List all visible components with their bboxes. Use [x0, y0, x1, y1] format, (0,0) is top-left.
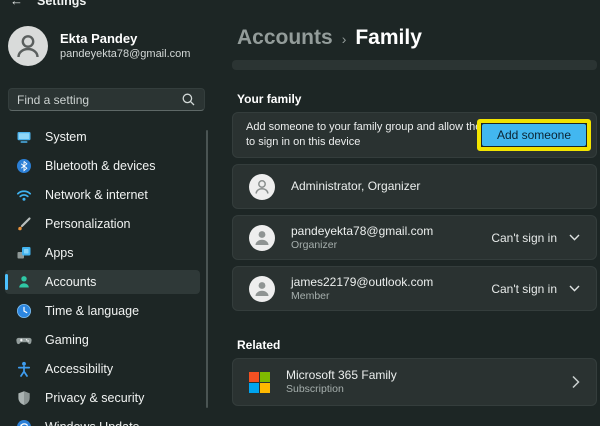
add-someone-description: Add someone to your family group and all… [246, 120, 498, 150]
clock-icon [16, 303, 32, 319]
sidebar-item-personalization[interactable]: Personalization [5, 212, 200, 236]
sidebar-nav: System Bluetooth & devices Network & int… [5, 125, 200, 426]
sidebar-item-apps[interactable]: Apps [5, 241, 200, 265]
paintbrush-icon [16, 216, 32, 232]
scrolled-card-remnant [232, 60, 597, 70]
content-pane: Accounts › Family Your family Add someon… [232, 0, 597, 426]
update-icon [16, 419, 32, 426]
sign-in-status: Can't sign in [491, 282, 557, 296]
member-title: Administrator, Organizer [291, 179, 420, 194]
person-glyph-icon [8, 26, 48, 66]
sidebar-item-label: Apps [45, 246, 74, 260]
apps-grid-icon [16, 245, 32, 261]
your-family-heading: Your family [237, 92, 301, 106]
search-icon [181, 92, 196, 107]
settings-window: ← Settings Ekta Pandey pandeyekta78@gmai… [0, 0, 600, 426]
person-icon [16, 274, 32, 290]
search-input[interactable] [17, 93, 181, 107]
sidebar-item-label: Network & internet [45, 188, 148, 202]
sign-in-status: Can't sign in [491, 231, 557, 245]
chevron-down-icon [569, 234, 580, 241]
wifi-icon [16, 187, 32, 203]
sidebar-item-privacy[interactable]: Privacy & security [5, 386, 200, 410]
member-avatar [249, 225, 275, 251]
sidebar-item-bluetooth[interactable]: Bluetooth & devices [5, 154, 200, 178]
sidebar-scrollbar[interactable] [206, 130, 208, 408]
gamepad-icon [16, 332, 32, 348]
related-title: Microsoft 365 Family [286, 368, 397, 383]
page-title: Family [355, 26, 422, 50]
chevron-right-icon: › [342, 29, 347, 47]
member-avatar [249, 174, 275, 200]
family-member-row[interactable]: Administrator, Organizer [232, 164, 597, 209]
bluetooth-icon [16, 158, 32, 174]
related-heading: Related [237, 338, 280, 352]
monitor-icon [16, 129, 32, 145]
sidebar-item-label: Accessibility [45, 362, 113, 376]
person-glyph-icon [249, 174, 275, 200]
sidebar-item-accounts[interactable]: Accounts [5, 270, 200, 294]
sidebar-item-label: Windows Update [45, 420, 140, 426]
search-box[interactable] [8, 88, 205, 111]
sign-in-dropdown[interactable]: Can't sign in [491, 282, 580, 296]
sidebar-item-label: Accounts [45, 275, 96, 289]
member-role: Organizer [291, 239, 433, 252]
accessibility-icon [16, 361, 32, 377]
highlight-annotation: Add someone [477, 119, 591, 151]
add-someone-card: Add someone to your family group and all… [232, 112, 597, 158]
sidebar-item-label: Bluetooth & devices [45, 159, 156, 173]
sidebar-item-system[interactable]: System [5, 125, 200, 149]
breadcrumb-accounts[interactable]: Accounts [237, 26, 333, 50]
member-role: Member [291, 290, 433, 303]
member-avatar [249, 276, 275, 302]
sidebar-item-label: Gaming [45, 333, 89, 347]
sidebar-item-label: Privacy & security [45, 391, 144, 405]
microsoft-365-family-card[interactable]: Microsoft 365 Family Subscription [232, 358, 597, 406]
add-someone-button[interactable]: Add someone [482, 124, 586, 146]
user-email: pandeyekta78@gmail.com [60, 47, 190, 61]
avatar [8, 26, 48, 66]
sidebar-item-label: System [45, 130, 87, 144]
user-profile[interactable]: Ekta Pandey pandeyekta78@gmail.com [8, 26, 190, 66]
sidebar-item-label: Time & language [45, 304, 139, 318]
chevron-right-icon [572, 376, 580, 389]
chevron-down-icon [569, 285, 580, 292]
member-title: pandeyekta78@gmail.com [291, 224, 433, 239]
person-glyph-icon [249, 225, 275, 251]
sidebar-item-time-language[interactable]: Time & language [5, 299, 200, 323]
related-subtitle: Subscription [286, 383, 397, 396]
family-member-row[interactable]: pandeyekta78@gmail.com Organizer Can't s… [232, 215, 597, 260]
person-glyph-icon [249, 276, 275, 302]
sidebar-item-gaming[interactable]: Gaming [5, 328, 200, 352]
sidebar-item-label: Personalization [45, 217, 130, 231]
microsoft-logo-icon [249, 372, 270, 393]
sidebar-item-network[interactable]: Network & internet [5, 183, 200, 207]
family-member-row[interactable]: james22179@outlook.com Member Can't sign… [232, 266, 597, 311]
sidebar: Ekta Pandey pandeyekta78@gmail.com Syste… [0, 0, 220, 426]
user-name: Ekta Pandey [60, 31, 190, 47]
sign-in-dropdown[interactable]: Can't sign in [491, 231, 580, 245]
member-title: james22179@outlook.com [291, 275, 433, 290]
sidebar-item-windows-update[interactable]: Windows Update [5, 415, 200, 426]
shield-icon [16, 390, 32, 406]
breadcrumb: Accounts › Family [237, 26, 422, 50]
sidebar-item-accessibility[interactable]: Accessibility [5, 357, 200, 381]
